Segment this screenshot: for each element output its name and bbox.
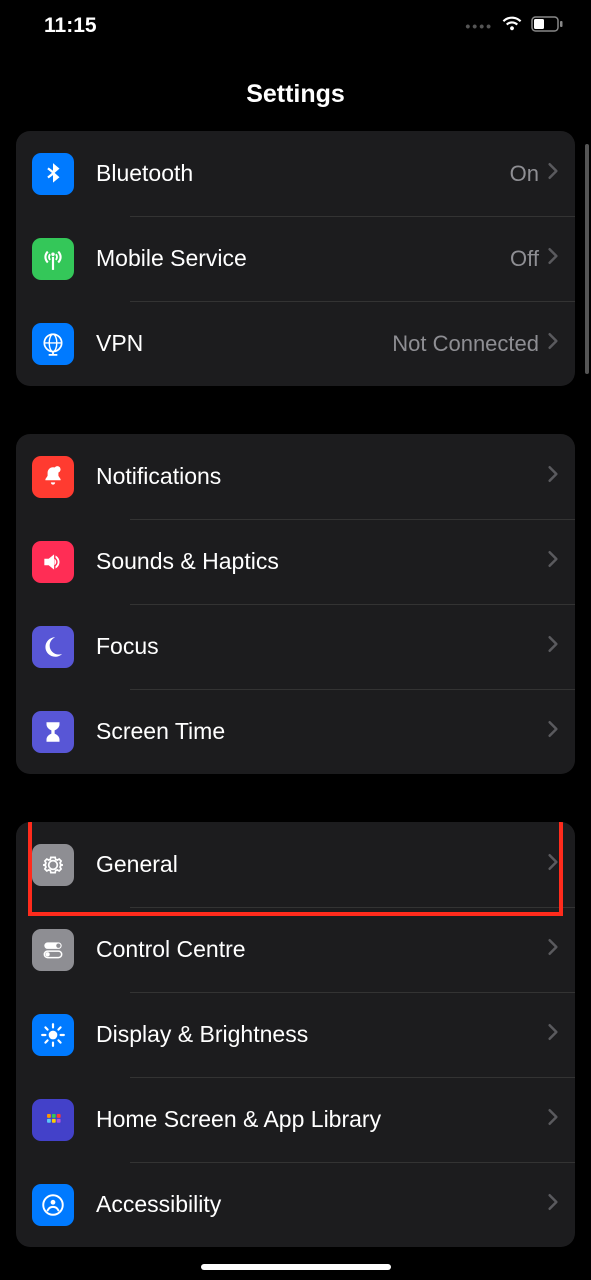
row-label: Mobile Service <box>96 245 510 272</box>
settings-group: BluetoothOnMobile ServiceOffVPNNot Conne… <box>16 131 575 386</box>
row-label: Screen Time <box>96 718 547 745</box>
row-label: Home Screen & App Library <box>96 1106 547 1133</box>
row-general[interactable]: General <box>16 822 575 907</box>
chevron-right-icon <box>547 162 559 185</box>
battery-icon <box>531 14 563 38</box>
row-label: Bluetooth <box>96 160 510 187</box>
row-notifications[interactable]: Notifications <box>16 434 575 519</box>
row-label: Notifications <box>96 463 547 490</box>
bluetooth-icon <box>32 153 74 195</box>
gear-icon <box>32 844 74 886</box>
row-focus[interactable]: Focus <box>16 604 575 689</box>
chevron-right-icon <box>547 938 559 961</box>
row-home-screen[interactable]: Home Screen & App Library <box>16 1077 575 1162</box>
page-title: Settings <box>0 52 591 131</box>
row-value: Off <box>510 246 539 272</box>
chevron-right-icon <box>547 332 559 355</box>
toggles-icon <box>32 929 74 971</box>
grid-icon <box>32 1099 74 1141</box>
chevron-right-icon <box>547 1193 559 1216</box>
row-label: Sounds & Haptics <box>96 548 547 575</box>
globe-icon <box>32 323 74 365</box>
chevron-right-icon <box>547 247 559 270</box>
row-label: Control Centre <box>96 936 547 963</box>
row-value: Not Connected <box>392 331 539 357</box>
chevron-right-icon <box>547 465 559 488</box>
chevron-right-icon <box>547 1023 559 1046</box>
hourglass-icon <box>32 711 74 753</box>
row-accessibility[interactable]: Accessibility <box>16 1162 575 1247</box>
moon-icon <box>32 626 74 668</box>
chevron-right-icon <box>547 720 559 743</box>
row-label: VPN <box>96 330 392 357</box>
row-label: Accessibility <box>96 1191 547 1218</box>
status-time: 11:15 <box>44 14 97 38</box>
row-label: General <box>96 851 547 878</box>
home-indicator[interactable] <box>201 1264 391 1270</box>
cellular-dots-icon: •••• <box>465 18 493 34</box>
chevron-right-icon <box>547 1108 559 1131</box>
speaker-icon <box>32 541 74 583</box>
chevron-right-icon <box>547 550 559 573</box>
row-sounds-haptics[interactable]: Sounds & Haptics <box>16 519 575 604</box>
sun-icon <box>32 1014 74 1056</box>
chevron-right-icon <box>547 635 559 658</box>
row-label: Display & Brightness <box>96 1021 547 1048</box>
row-mobile-service[interactable]: Mobile ServiceOff <box>16 216 575 301</box>
row-control-centre[interactable]: Control Centre <box>16 907 575 992</box>
row-vpn[interactable]: VPNNot Connected <box>16 301 575 386</box>
scroll-indicator[interactable] <box>585 144 589 374</box>
chevron-right-icon <box>547 853 559 876</box>
row-bluetooth[interactable]: BluetoothOn <box>16 131 575 216</box>
antenna-icon <box>32 238 74 280</box>
row-label: Focus <box>96 633 547 660</box>
wifi-icon <box>501 14 523 38</box>
row-display-brightness[interactable]: Display & Brightness <box>16 992 575 1077</box>
person-circle-icon <box>32 1184 74 1226</box>
settings-group: Notifications Sounds & Haptics Focus Screen… <box>16 434 575 774</box>
status-bar: 11:15 •••• <box>0 0 591 52</box>
status-icons: •••• <box>465 14 563 38</box>
settings-group: General Control Centre Display & Brightnes… <box>16 822 575 1247</box>
row-value: On <box>510 161 539 187</box>
bell-icon <box>32 456 74 498</box>
row-screen-time[interactable]: Screen Time <box>16 689 575 774</box>
